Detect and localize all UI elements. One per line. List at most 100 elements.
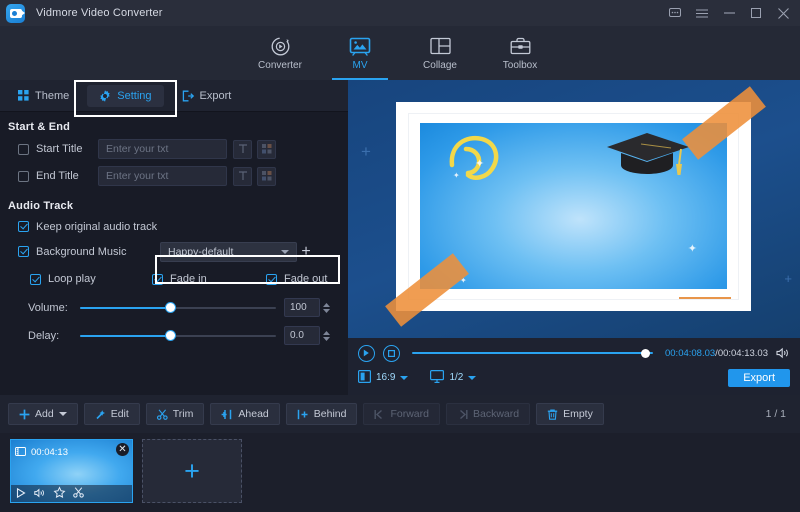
trim-button-label: Trim bbox=[173, 408, 194, 420]
video-file-icon bbox=[15, 443, 26, 461]
start-title-input[interactable]: Enter your txt bbox=[98, 139, 227, 159]
move-forward-icon bbox=[374, 409, 385, 420]
fade-in-label: Fade in bbox=[170, 273, 266, 285]
tab-export[interactable]: Export bbox=[170, 85, 244, 107]
mv-icon bbox=[349, 35, 371, 57]
tab-setting[interactable]: Setting bbox=[87, 85, 163, 107]
collage-icon bbox=[430, 35, 451, 57]
current-time: 00:04:08.03 bbox=[665, 348, 715, 359]
nav-tab-collage[interactable]: Collage bbox=[400, 26, 480, 80]
empty-button-label: Empty bbox=[563, 408, 593, 420]
clip-thumbnail-header: 00:04:13 bbox=[11, 440, 132, 464]
volume-row: Volume: 100 bbox=[6, 295, 340, 320]
nav-label-mv: MV bbox=[353, 60, 368, 71]
chevron-down-icon-split[interactable] bbox=[468, 376, 476, 380]
volume-value[interactable]: 100 bbox=[284, 298, 320, 317]
fade-in-checkbox[interactable] bbox=[152, 274, 163, 285]
backward-button-label: Backward bbox=[473, 408, 519, 420]
clip-play-icon[interactable] bbox=[16, 485, 26, 503]
background-music-row: Background Music Happy-default + bbox=[6, 240, 340, 263]
tab-label-export: Export bbox=[200, 90, 232, 102]
delay-slider[interactable] bbox=[80, 329, 276, 343]
nav-tab-mv[interactable]: MV bbox=[320, 26, 400, 80]
delay-value[interactable]: 0.0 bbox=[284, 326, 320, 345]
chevron-down-icon-aspect[interactable] bbox=[400, 376, 408, 380]
volume-slider[interactable] bbox=[80, 301, 276, 315]
seek-knob[interactable] bbox=[641, 349, 650, 358]
end-title-input[interactable]: Enter your txt bbox=[98, 166, 227, 186]
menu-icon[interactable] bbox=[689, 1, 715, 25]
keep-original-checkbox[interactable] bbox=[18, 221, 29, 232]
clip-mute-icon[interactable] bbox=[34, 485, 46, 503]
tab-theme[interactable]: Theme bbox=[6, 85, 81, 107]
behind-button[interactable]: Behind bbox=[286, 403, 358, 425]
add-button[interactable]: Add bbox=[8, 403, 78, 425]
delay-slider-knob[interactable] bbox=[166, 331, 175, 340]
end-title-style-button[interactable] bbox=[257, 167, 276, 186]
speaker-icon[interactable] bbox=[776, 347, 790, 359]
nav-tab-converter[interactable]: Converter bbox=[240, 26, 320, 80]
monitor-icon bbox=[430, 370, 444, 386]
empty-button[interactable]: Empty bbox=[536, 403, 604, 425]
total-time: 00:04:13.03 bbox=[718, 348, 768, 359]
section-title-start-end: Start & End bbox=[6, 114, 340, 137]
add-button-label: Add bbox=[35, 408, 54, 420]
feedback-icon[interactable] bbox=[662, 1, 688, 25]
tab-label-setting: Setting bbox=[117, 90, 151, 102]
start-title-row: Start Title Enter your txt bbox=[6, 137, 340, 161]
volume-stepper[interactable] bbox=[320, 298, 333, 317]
backward-button[interactable]: Backward bbox=[446, 403, 530, 425]
add-media-tile[interactable]: + bbox=[142, 439, 242, 503]
clip-cut-icon[interactable] bbox=[73, 485, 84, 503]
start-title-style-button[interactable] bbox=[257, 140, 276, 159]
clip-duration: 00:04:13 bbox=[31, 447, 68, 458]
end-title-text-button[interactable] bbox=[233, 167, 252, 186]
loop-play-checkbox[interactable] bbox=[30, 274, 41, 285]
background-music-checkbox[interactable] bbox=[18, 246, 29, 257]
start-title-label: Start Title bbox=[36, 143, 98, 155]
ahead-button[interactable]: Ahead bbox=[210, 403, 279, 425]
magic-wand-icon bbox=[95, 409, 106, 420]
play-icon[interactable] bbox=[358, 345, 375, 362]
video-preview[interactable]: + + ✦ ✦ ✦ ✦ bbox=[348, 80, 800, 338]
tab-label-theme: Theme bbox=[35, 90, 69, 102]
nav-tab-toolbox[interactable]: Toolbox bbox=[480, 26, 560, 80]
clip-remove-button[interactable]: ✕ bbox=[116, 443, 129, 456]
chevron-down-icon bbox=[281, 250, 289, 254]
minimize-icon[interactable] bbox=[716, 1, 742, 25]
nav-label-collage: Collage bbox=[423, 60, 457, 71]
ribbon-decoration bbox=[679, 297, 731, 299]
screen-split-value: 1/2 bbox=[449, 372, 463, 383]
clip-thumbnail[interactable]: 00:04:13 ✕ bbox=[10, 439, 133, 503]
close-icon[interactable] bbox=[770, 1, 796, 25]
start-title-text-button[interactable] bbox=[233, 140, 252, 159]
edit-button[interactable]: Edit bbox=[84, 403, 140, 425]
aspect-ratio-control[interactable]: 16:9 bbox=[358, 370, 408, 386]
volume-label: Volume: bbox=[28, 302, 80, 314]
delay-stepper[interactable] bbox=[320, 326, 333, 345]
add-music-button[interactable]: + bbox=[297, 243, 315, 261]
screen-split-control[interactable]: 1/2 bbox=[430, 370, 476, 386]
app-logo-icon bbox=[6, 4, 25, 23]
trash-icon bbox=[547, 409, 558, 420]
preview-plus-decoration: + bbox=[361, 142, 371, 162]
export-icon bbox=[182, 90, 194, 102]
trim-button[interactable]: Trim bbox=[146, 403, 205, 425]
scissors-icon bbox=[157, 409, 168, 420]
maximize-icon[interactable] bbox=[743, 1, 769, 25]
behind-button-label: Behind bbox=[314, 408, 347, 420]
music-select[interactable]: Happy-default bbox=[160, 242, 297, 262]
volume-slider-knob[interactable] bbox=[166, 303, 175, 312]
end-title-checkbox[interactable] bbox=[18, 171, 29, 182]
fade-out-checkbox[interactable] bbox=[266, 274, 277, 285]
fade-out-label: Fade out bbox=[284, 273, 327, 285]
forward-button[interactable]: Forward bbox=[363, 403, 440, 425]
export-button[interactable]: Export bbox=[728, 369, 790, 387]
panel-tab-bar: Theme Setting Export bbox=[0, 80, 348, 112]
seek-bar[interactable] bbox=[412, 347, 653, 359]
app-window: Vidmore Video Converter bbox=[0, 0, 800, 512]
clip-effect-icon[interactable] bbox=[54, 485, 65, 503]
chevron-down-icon-add[interactable] bbox=[59, 412, 67, 416]
stop-icon[interactable] bbox=[383, 345, 400, 362]
start-title-checkbox[interactable] bbox=[18, 144, 29, 155]
